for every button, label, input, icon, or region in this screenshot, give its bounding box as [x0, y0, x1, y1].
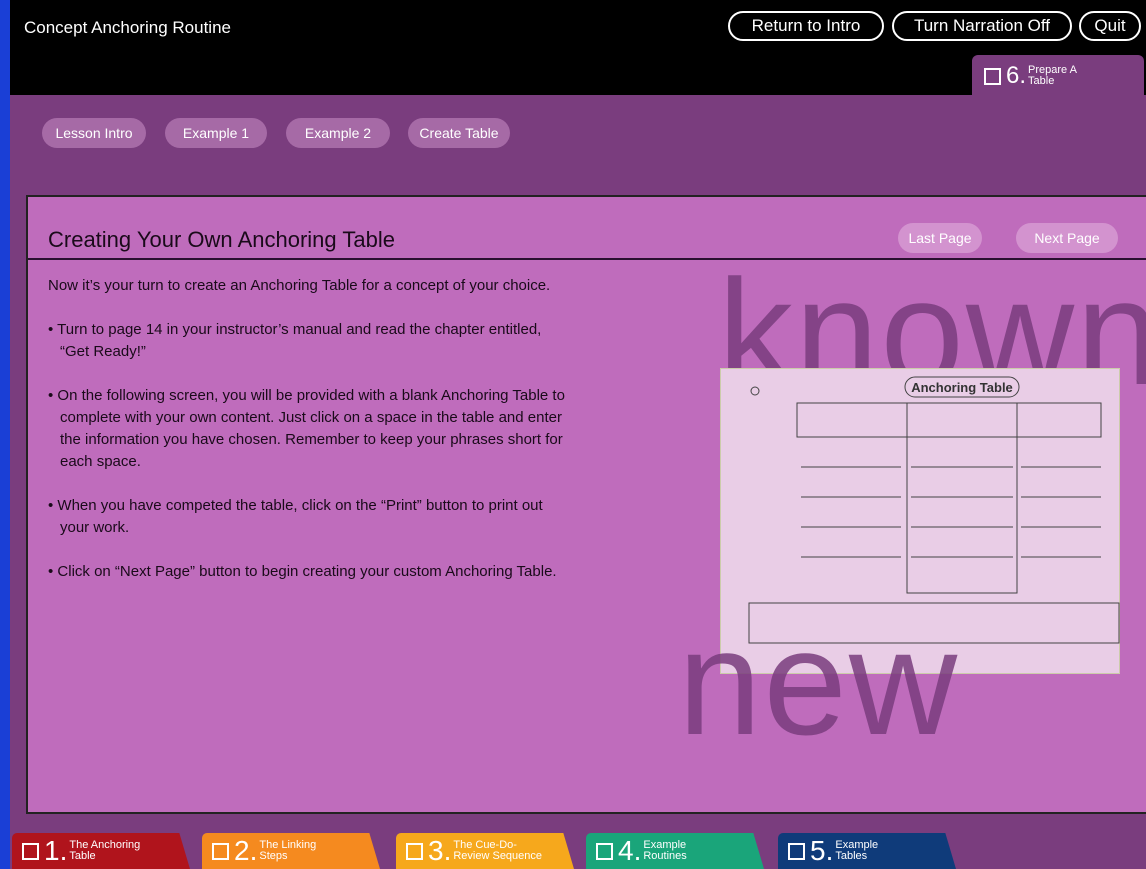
- tab-label-line2: Table: [69, 850, 96, 862]
- tab-cue-do-review[interactable]: 3. The Cue-Do- Review Sequence: [396, 833, 574, 869]
- nav-create-table[interactable]: Create Table: [408, 118, 510, 148]
- tab-label: The Linking Steps: [257, 840, 316, 862]
- checkbox-icon[interactable]: [212, 842, 229, 860]
- bullet-item: • On the following screen, you will be p…: [48, 387, 565, 470]
- tab-label: The Cue-Do- Review Sequence: [451, 840, 542, 862]
- page-title: Creating Your Own Anchoring Table: [48, 227, 395, 252]
- nav-lesson-intro[interactable]: Lesson Intro: [42, 118, 146, 148]
- bullet-item: • When you have competed the table, clic…: [48, 497, 543, 536]
- tab-label: Example Routines: [641, 840, 686, 862]
- checkbox-icon[interactable]: [596, 842, 613, 860]
- instructions: Now it’s your turn to create an Anchorin…: [48, 275, 568, 605]
- tab-label: Example Tables: [833, 840, 878, 862]
- tab-label: The Anchoring Table: [67, 840, 140, 862]
- tab-linking-steps[interactable]: 2. The Linking Steps: [202, 833, 380, 869]
- turn-narration-off-button[interactable]: Turn Narration Off: [892, 11, 1072, 41]
- bullet-item: • Turn to page 14 in your instructor’s m…: [48, 321, 542, 360]
- checkbox-icon[interactable]: [984, 67, 1001, 85]
- tab-label: Prepare A Table: [1026, 65, 1077, 87]
- checkbox-icon[interactable]: [22, 842, 39, 860]
- app-window: Concept Anchoring Routine Return to Intr…: [10, 0, 1146, 869]
- nav-example-2[interactable]: Example 2: [286, 118, 390, 148]
- tab-number: 2.: [234, 835, 258, 866]
- tab-number: 5.: [810, 835, 834, 866]
- tab-anchoring-table[interactable]: 1. The Anchoring Table: [12, 833, 190, 869]
- tab-number: 3.: [428, 835, 452, 866]
- tab-label-line2: Review Sequence: [453, 850, 543, 862]
- tab-number: 1.: [44, 835, 68, 866]
- tab-label-line2: Tables: [835, 850, 868, 862]
- checkbox-icon[interactable]: [406, 842, 423, 860]
- tab-number: 6.: [1006, 62, 1027, 89]
- tab-label-line2: Table: [1028, 75, 1055, 87]
- app-title: Concept Anchoring Routine: [24, 18, 231, 37]
- return-to-intro-button[interactable]: Return to Intro: [728, 11, 884, 41]
- top-bar: Concept Anchoring Routine Return to Intr…: [10, 0, 1146, 97]
- checkbox-icon[interactable]: [788, 842, 805, 860]
- thumbnail-title: Anchoring Table: [911, 380, 1013, 395]
- tab-prepare-a-table[interactable]: 6. Prepare A Table: [972, 55, 1144, 97]
- watermark-new: new: [678, 598, 960, 766]
- tab-label-line2: Routines: [643, 850, 687, 862]
- tab-example-tables[interactable]: 5. Example Tables: [778, 833, 956, 869]
- quit-button[interactable]: Quit: [1079, 11, 1141, 41]
- tab-label-line2: Steps: [259, 850, 288, 862]
- nav-example-1[interactable]: Example 1: [165, 118, 267, 148]
- intro-text: Now it’s your turn to create an Anchorin…: [48, 277, 551, 294]
- content-panel: Creating Your Own Anchoring Table Last P…: [26, 195, 1146, 814]
- tab-example-routines[interactable]: 4. Example Routines: [586, 833, 764, 869]
- tab-number: 4.: [618, 835, 642, 866]
- bullet-item: • Click on “Next Page” button to begin c…: [48, 563, 557, 580]
